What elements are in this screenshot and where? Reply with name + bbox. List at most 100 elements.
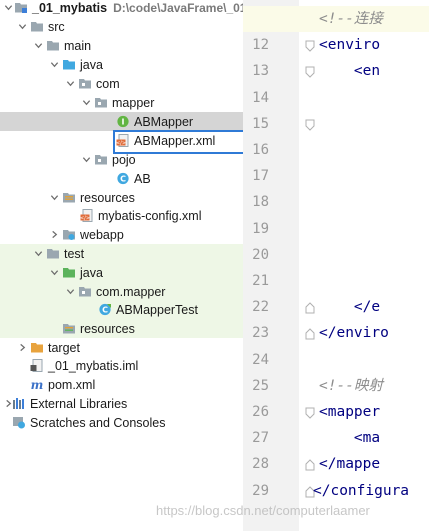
svg-text:</>: </>	[80, 215, 90, 221]
chevron-down-icon[interactable]	[32, 40, 44, 52]
line-number: 26	[252, 404, 269, 420]
tree-row[interactable]: java	[0, 263, 243, 282]
fold-marker-icon[interactable]	[305, 327, 315, 340]
folder-icon	[30, 20, 44, 33]
line-number: 27	[252, 430, 269, 446]
tree-item-label: target	[48, 340, 80, 355]
tree-item-label: resources	[80, 190, 135, 205]
fold-marker-icon[interactable]	[305, 39, 315, 52]
tree-row[interactable]: C AB	[0, 169, 243, 188]
maven-icon: m	[30, 378, 44, 391]
chevron-right-icon[interactable]	[16, 342, 28, 354]
tree-row[interactable]: java	[0, 55, 243, 74]
tree-item-label: ABMapper.xml	[134, 133, 216, 148]
tree-row[interactable]: pojo	[0, 150, 243, 169]
tree-item-label: webapp	[80, 227, 124, 242]
module-folder-icon	[14, 1, 28, 14]
package-icon	[78, 285, 92, 298]
code-line: </mappe	[319, 456, 381, 472]
code-line: <en	[319, 63, 381, 79]
line-number: 14	[252, 90, 269, 106]
tree-row[interactable]: C ABMapperTest	[0, 300, 243, 319]
line-number: 29	[252, 483, 269, 499]
chevron-down-icon[interactable]	[16, 21, 28, 33]
tree-row[interactable]: External Libraries	[0, 394, 243, 413]
svg-text:I: I	[122, 118, 125, 127]
tree-row[interactable]: m pom.xml	[0, 375, 243, 394]
line-number: 25	[252, 378, 269, 394]
tree-row[interactable]: resources	[0, 319, 243, 338]
line-number: 21	[252, 273, 269, 289]
tree-row[interactable]: Scratches and Consoles	[0, 413, 243, 432]
tree-row[interactable]: _01_mybatis.iml	[0, 356, 243, 375]
editor-gutter: 11121314151617181920212223242526272829	[243, 0, 299, 531]
tree-row[interactable]: I ABMapper	[0, 112, 243, 131]
tree-row[interactable]: </> mybatis-config.xml	[0, 206, 243, 225]
libraries-icon	[12, 397, 26, 410]
line-number: 15	[252, 116, 269, 132]
svg-text:</>: </>	[116, 140, 126, 146]
chevron-down-icon[interactable]	[32, 248, 44, 260]
chevron-down-icon[interactable]	[48, 267, 60, 279]
tree-row[interactable]: main	[0, 36, 243, 55]
code-line: </e	[319, 299, 381, 315]
tree-item-label: pom.xml	[48, 377, 96, 392]
chevron-down-icon[interactable]	[48, 192, 60, 204]
tree-row[interactable]: mapper	[0, 93, 243, 112]
chevron-down-icon[interactable]	[80, 97, 92, 109]
tree-item-label: ABMapperTest	[116, 302, 198, 317]
tree-row[interactable]: resources	[0, 188, 243, 207]
tree-row[interactable]: _01_mybatisD:\code\JavaFrame\_01_m	[0, 0, 243, 17]
chevron-down-icon[interactable]	[2, 2, 14, 14]
line-number: 19	[252, 221, 269, 237]
tree-row[interactable]: com.mapper	[0, 282, 243, 301]
project-tree: _01_mybatisD:\code\JavaFrame\_01_msrc mai…	[0, 0, 243, 531]
web-folder-icon	[62, 228, 76, 241]
svg-text:C: C	[120, 175, 126, 184]
test-source-folder-icon	[62, 266, 76, 279]
fold-marker-icon[interactable]	[305, 406, 315, 419]
tree-item-label: External Libraries	[30, 396, 128, 411]
excluded-folder-icon	[30, 341, 44, 354]
line-number: 28	[252, 456, 269, 472]
code-line: <mapper	[319, 404, 381, 420]
svg-text:C: C	[102, 306, 108, 315]
tree-row[interactable]: test	[0, 244, 243, 263]
chevron-down-icon[interactable]	[64, 286, 76, 298]
tree-row[interactable]: webapp	[0, 225, 243, 244]
test-class-icon: C	[98, 303, 112, 316]
code-line: <ma	[319, 430, 381, 446]
tree-item-label: com.mapper	[96, 284, 166, 299]
code-editor[interactable]: 11121314151617181920212223242526272829 <…	[243, 0, 429, 531]
code-line: <!--映射	[319, 378, 383, 394]
fold-marker-icon[interactable]	[305, 458, 315, 471]
xml-file-icon: </>	[80, 209, 94, 222]
line-number: 13	[252, 63, 269, 79]
tree-row[interactable]: </> ABMapper.xml	[0, 131, 243, 150]
line-number: 17	[252, 168, 269, 184]
tree-item-label: resources	[80, 321, 135, 336]
tree-row[interactable]: src	[0, 17, 243, 36]
tree-item-label: pojo	[112, 152, 136, 167]
chevron-down-icon[interactable]	[64, 78, 76, 90]
tree-item-label: _01_mybatisD:\code\JavaFrame\_01_m	[32, 1, 243, 15]
fold-marker-icon[interactable]	[305, 65, 315, 78]
code-line: <!--连接	[319, 11, 383, 27]
scratches-icon	[12, 416, 26, 429]
tree-item-label: mybatis-config.xml	[98, 208, 202, 223]
line-number: 16	[252, 142, 269, 158]
line-number: 18	[252, 194, 269, 210]
chevron-down-icon[interactable]	[80, 154, 92, 166]
tree-item-label: AB	[134, 171, 151, 186]
fold-marker-icon[interactable]	[305, 301, 315, 314]
tree-item-label: Scratches and Consoles	[30, 415, 166, 430]
xml-file-icon: </>	[116, 134, 130, 147]
tree-row[interactable]: target	[0, 338, 243, 357]
package-icon	[78, 77, 92, 90]
fold-marker-icon[interactable]	[305, 118, 315, 131]
chevron-right-icon[interactable]	[48, 229, 60, 241]
chevron-down-icon[interactable]	[48, 59, 60, 71]
tree-item-label: test	[64, 246, 85, 261]
tree-row[interactable]: com	[0, 74, 243, 93]
tree-item-label: ABMapper	[134, 114, 194, 129]
